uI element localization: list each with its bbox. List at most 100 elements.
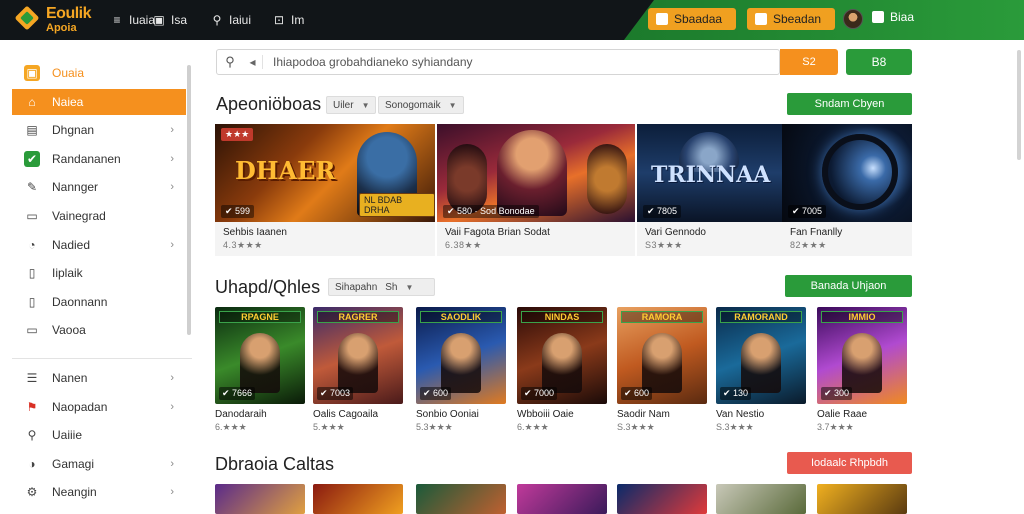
portal-icon	[822, 134, 898, 210]
game-tile[interactable]: IMMIO ✔ 300 Oalie Raae 3.7★★★	[817, 307, 907, 432]
sidebar-item-uaiiie[interactable]: ⚲ Uaiiie	[12, 422, 186, 448]
game-name: Danodaraih	[215, 409, 267, 420]
globe-icon: ◑	[28, 456, 36, 471]
featured-card[interactable]: ★★★ DHAER NL BDAB DRHA ✔ 599 Sehbis Iaan…	[215, 124, 435, 256]
sidebar-item-vaooa[interactable]: ▭ Vaooa	[12, 317, 186, 343]
game-tile[interactable]: RPAGNE ✔ 7666 Danodaraih 6.★★★	[215, 307, 305, 432]
section-title-daily: Dbraoia Caltas	[215, 454, 335, 474]
green-action-button[interactable]: B8	[846, 49, 912, 75]
game-thumbnail[interactable]	[313, 484, 403, 514]
sidebar-item-label: Dhgnan	[52, 123, 95, 138]
top-bar: Eoulik Apoia ≡ Iuaia ▣ Isa ⚲ Iaiui ⊡ Im Sbaa…	[0, 0, 1024, 40]
game-tile[interactable]: RAGRER ✔ 7003 Oalis Cagoaila 5.★★★	[313, 307, 403, 432]
game-name: Vari Gennodo	[645, 227, 706, 238]
sidebar-item-label: Nanen	[52, 371, 88, 385]
sidebar-item-naiea[interactable]: ⌂ Naiea	[12, 88, 186, 115]
document-icon: ▯	[28, 266, 36, 281]
primary-action-button[interactable]: Sbaadaa	[648, 8, 736, 30]
game-rating: 6.★★★	[517, 422, 549, 432]
sidebar-item-nadied[interactable]: ◔ Nadied ›	[12, 232, 186, 258]
secondary-action-label: Sbeadan	[773, 12, 822, 26]
sidebar-item-daonnann[interactable]: ▯ Daonnann	[12, 289, 186, 315]
price-tag: ✔ 130	[720, 387, 752, 400]
chevron-right-icon: ›	[170, 238, 174, 251]
game-art-title: RPAGNE	[219, 311, 301, 323]
chevron-right-icon: ›	[170, 124, 174, 137]
price-tag: ✔ 7000	[521, 387, 558, 400]
game-tile[interactable]: RAMORAND ✔ 130 Van Nestio S.3★★★	[716, 307, 806, 432]
price-tag: ✔ 7666	[219, 387, 256, 400]
game-art-title: IMMIO	[821, 311, 903, 323]
app-logo[interactable]: Eoulik Apoia	[14, 4, 108, 36]
sidebar-item-dhgnan[interactable]: ▤ Dhgnan ›	[12, 117, 186, 143]
sidebar-item-label: Nadied	[52, 237, 91, 252]
sidebar-item-label: Vainegrad	[52, 209, 106, 223]
game-thumbnail[interactable]	[716, 484, 806, 514]
sidebar-item-label: Uaiiie	[52, 428, 83, 443]
sidebar-item-nannger[interactable]: ✎ Nannger ›	[12, 174, 186, 200]
game-thumbnail: SAODLIK ✔ 600	[416, 307, 506, 404]
topnav-item-4[interactable]: ⊡ Im	[272, 10, 304, 30]
chevron-right-icon: ›	[170, 372, 174, 384]
game-tile[interactable]: NINDAS ✔ 7000 Wbboiii Oaie 6.★★★	[517, 307, 607, 432]
featured-card[interactable]: ✔ 7005 Fan Fnanlly 82★★★	[782, 124, 912, 256]
secondary-action-button[interactable]: Sbeadan	[747, 8, 835, 30]
game-art-title: DHAER	[235, 156, 336, 185]
updates-filter[interactable]: Sihapahn Sh ▼	[328, 278, 435, 296]
game-thumbnail: TRINNAA ✔ 7805	[637, 124, 782, 222]
game-tile[interactable]: RAMORA ✔ 600 Saodir Nam S.3★★★	[617, 307, 707, 432]
sidebar-item-naopadan[interactable]: ⚑ Naopadan ›	[12, 394, 186, 420]
updates-action-button[interactable]: Banada Uhjaon	[785, 275, 912, 297]
user-menu[interactable]: Biaa	[872, 10, 914, 24]
game-thumbnail: ✔ 580 · Sod Bonodae	[437, 124, 635, 222]
sidebar-item-iiplaik[interactable]: ▯ Iiplaik	[12, 260, 186, 286]
topnav-label: Im	[291, 13, 305, 27]
price-tag: ✔ 600	[420, 387, 452, 400]
sidebar-item-neangin[interactable]: ⚙ Neangin ›	[12, 479, 186, 505]
topnav-item-2[interactable]: ▣ Isa	[152, 10, 187, 30]
filter-icon[interactable]: ◂	[243, 55, 263, 69]
price-tag: ✔ 600	[621, 387, 653, 400]
chevron-right-icon: ›	[170, 486, 174, 499]
search-placeholder: Ihiapodoa grobahdianeko syhiandany	[273, 55, 473, 69]
hot-badge: ★★★	[221, 128, 254, 141]
game-rating: S.3★★★	[617, 422, 655, 432]
daily-action-button[interactable]: Iodaalc Rhpbdh	[787, 452, 912, 474]
topnav-item-3[interactable]: ⚲ Iaiui	[210, 10, 251, 30]
game-thumbnail[interactable]	[617, 484, 707, 514]
character-figure	[447, 144, 487, 214]
featured-filter-1[interactable]: Uiler ▼	[326, 96, 377, 114]
character-figure	[842, 333, 882, 393]
search-input[interactable]: ⚲ ◂ Ihiapodoa grobahdianeko syhiandany	[216, 49, 780, 75]
game-thumbnail[interactable]	[817, 484, 907, 514]
page-scrollbar[interactable]	[1017, 50, 1021, 160]
featured-action-button[interactable]: Sndam Cbyen	[787, 93, 912, 115]
game-tile[interactable]: SAODLIK ✔ 600 Sonbio Ooniai 5.3★★★	[416, 307, 506, 432]
game-art-title: SAODLIK	[420, 311, 502, 323]
caret-down-icon: ▼	[361, 100, 370, 110]
game-thumbnail[interactable]	[215, 484, 305, 514]
character-figure	[587, 144, 627, 214]
game-name: Wbboiii Oaie	[517, 409, 574, 420]
sidebar-item-randananen[interactable]: ✔ Randananen ›	[12, 146, 186, 172]
chat-icon: ✎	[26, 180, 38, 195]
search-button[interactable]: S2	[780, 49, 838, 75]
sidebar-item-vainegrad[interactable]: ▭ Vainegrad	[12, 203, 186, 229]
sidebar-item-nanen[interactable]: ☰ Nanen ›	[12, 365, 186, 391]
sidebar-item-gamagi[interactable]: ◑ Gamagi ›	[12, 451, 186, 477]
sidebar-item-label: Gamagi	[52, 456, 95, 471]
game-thumbnail: ★★★ DHAER NL BDAB DRHA ✔ 599	[215, 124, 435, 222]
game-art-title: TRINNAA	[651, 162, 771, 188]
game-thumbnail[interactable]	[416, 484, 506, 514]
featured-filter-2[interactable]: Sonogomaik ▼	[378, 96, 464, 114]
filter-label: Uiler	[333, 99, 354, 111]
avatar[interactable]	[843, 9, 863, 29]
topnav-item-1[interactable]: ≡ Iuaia	[110, 10, 155, 30]
sidebar-item-ouaia[interactable]: ▣ Ouaia	[12, 60, 186, 86]
game-art-title: RAMORAND	[720, 311, 802, 323]
featured-card[interactable]: ✔ 580 · Sod Bonodae Vaii Fagota Brian So…	[437, 124, 635, 256]
sidebar-scrollbar[interactable]	[187, 65, 191, 335]
game-thumbnail[interactable]	[517, 484, 607, 514]
game-rating: 6.38★★	[445, 240, 482, 250]
featured-card[interactable]: TRINNAA ✔ 7805 Vari Gennodo S3★★★	[637, 124, 782, 256]
